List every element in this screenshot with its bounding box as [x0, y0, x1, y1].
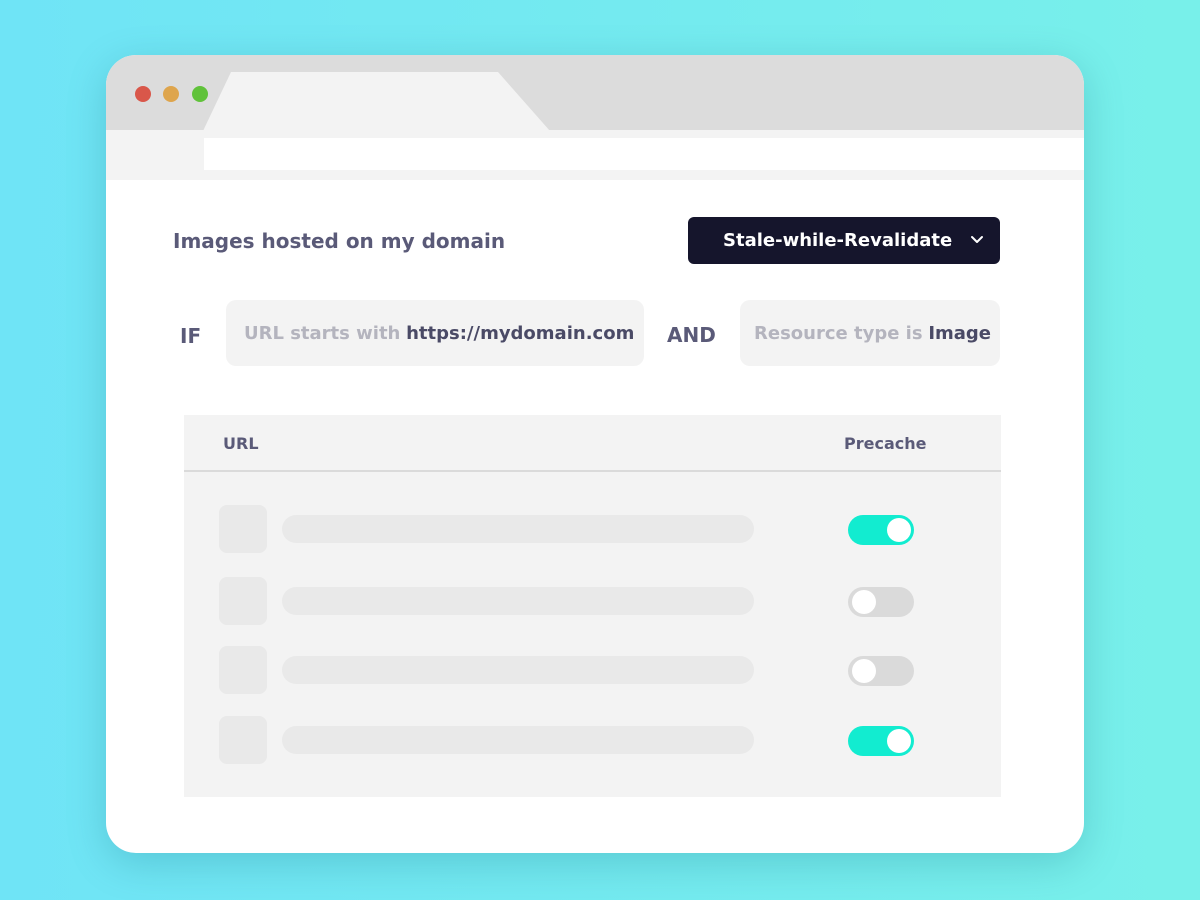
strategy-dropdown[interactable]: Stale-while-Revalidate [688, 217, 1000, 264]
resource-type-value: Image [928, 322, 992, 344]
url-condition-prefix: URL starts with [244, 322, 401, 344]
minimize-window-button[interactable] [163, 86, 179, 102]
browser-window: Images hosted on my domain Stale-while-R… [106, 55, 1084, 853]
title-bar [106, 55, 1084, 130]
maximize-window-button[interactable] [192, 86, 208, 102]
precache-column-header: Precache [844, 434, 927, 453]
toggle-knob [852, 590, 876, 614]
strategy-dropdown-label: Stale-while-Revalidate [723, 230, 953, 251]
precache-toggle[interactable] [848, 587, 914, 617]
and-label: AND [667, 323, 716, 347]
if-label: IF [180, 324, 202, 348]
browser-tab[interactable] [203, 72, 550, 131]
url-condition-value: https://mydomain.com [406, 322, 635, 344]
url-column-header: URL [223, 434, 259, 453]
address-bar[interactable] [204, 138, 1084, 170]
row-thumbnail [219, 577, 267, 625]
table-row [184, 716, 1001, 766]
row-thumbnail [219, 646, 267, 694]
toggle-knob [852, 659, 876, 683]
row-url-placeholder [282, 515, 754, 543]
chevron-down-icon [971, 236, 983, 243]
row-url-placeholder [282, 726, 754, 754]
table-row [184, 646, 1001, 696]
resource-type-condition-field[interactable]: Resource type is Image [740, 300, 1000, 366]
toggle-knob [887, 729, 911, 753]
table-header: URL Precache [184, 415, 1001, 472]
resource-type-prefix: Resource type is [754, 322, 923, 344]
row-url-placeholder [282, 656, 754, 684]
rule-title: Images hosted on my domain [173, 229, 506, 253]
precache-toggle[interactable] [848, 515, 914, 545]
url-condition-field[interactable]: URL starts with https://mydomain.com [226, 300, 644, 366]
close-window-button[interactable] [135, 86, 151, 102]
precache-toggle[interactable] [848, 726, 914, 756]
precache-toggle[interactable] [848, 656, 914, 686]
table-row [184, 577, 1001, 627]
row-thumbnail [219, 716, 267, 764]
precache-table: URL Precache [184, 415, 1001, 797]
row-thumbnail [219, 505, 267, 553]
row-url-placeholder [282, 587, 754, 615]
table-row [184, 505, 1001, 555]
toggle-knob [887, 518, 911, 542]
